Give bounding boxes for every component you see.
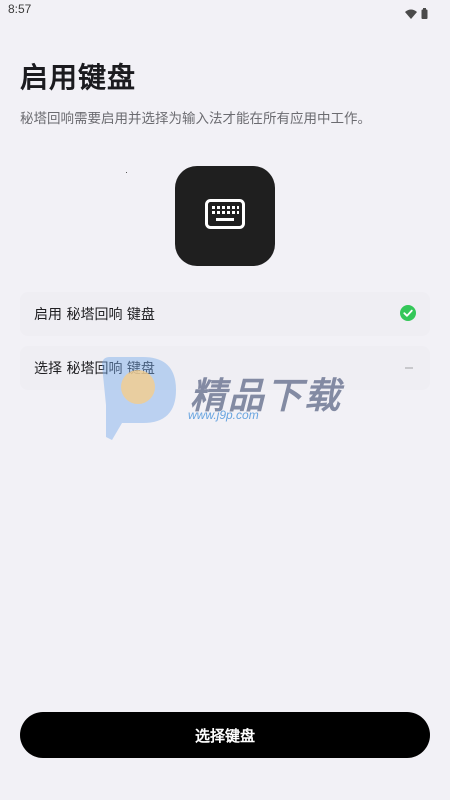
dash-icon: [405, 367, 413, 369]
stray-dot: [126, 172, 127, 173]
page-title: 启用键盘: [20, 61, 137, 94]
wifi-icon: [405, 4, 417, 23]
step-select-keyboard[interactable]: 选择 秘塔回响 键盘: [20, 346, 430, 390]
status-icons: [405, 4, 428, 23]
keyboard-icon: [205, 199, 245, 233]
select-keyboard-button[interactable]: 选择键盘: [20, 712, 430, 758]
keyboard-hero-tile: [175, 166, 275, 266]
status-time: 8:57: [8, 2, 32, 16]
step-label: 选择 秘塔回响 键盘: [34, 361, 155, 377]
battery-icon: [421, 4, 428, 23]
check-circle-icon: [400, 305, 416, 325]
status-bar: 8:57: [0, 0, 450, 20]
watermark-url: www.j9p.com: [188, 408, 259, 422]
step-enable-keyboard[interactable]: 启用 秘塔回响 键盘: [20, 292, 430, 336]
page-description: 秘塔回响需要启用并选择为输入法才能在所有应用中工作。: [20, 111, 371, 127]
step-label: 启用 秘塔回响 键盘: [34, 307, 155, 323]
